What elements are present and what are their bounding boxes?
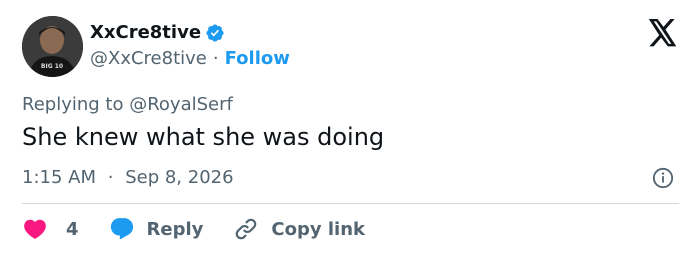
display-name-text[interactable]: XxCre8tive — [90, 22, 201, 43]
copy-link-button[interactable]: Copy link — [233, 216, 365, 242]
copy-link-label: Copy link — [271, 218, 365, 240]
tweet-text: She knew what she was doing — [22, 123, 385, 151]
follow-button[interactable]: Follow — [225, 48, 290, 69]
author-handle[interactable]: @XxCre8tive — [90, 48, 207, 69]
timestamp-separator: · — [107, 167, 114, 188]
handle-row: @XxCre8tive · Follow — [90, 48, 290, 69]
reply-button[interactable]: Reply — [109, 216, 204, 242]
reply-context: Replying to @RoyalSerf — [22, 94, 233, 115]
reply-label: Reply — [146, 218, 204, 240]
tweet-time: 1:15 AM — [22, 167, 96, 188]
heart-icon — [24, 219, 46, 239]
reply-prefix: Replying to — [22, 94, 124, 115]
author-display-name[interactable]: XxCre8tive — [90, 22, 225, 43]
action-bar: 4 Reply Copy link — [22, 214, 365, 244]
tweet-date: Sep 8, 2026 — [125, 167, 234, 188]
like-button[interactable]: 4 — [22, 216, 79, 242]
like-count: 4 — [66, 218, 79, 240]
avatar[interactable]: BIG 10 — [22, 16, 83, 77]
verified-badge-icon — [206, 23, 224, 42]
divider — [22, 203, 679, 204]
tweet-timestamp[interactable]: 1:15 AM · Sep 8, 2026 — [22, 167, 234, 188]
speech-bubble-icon — [110, 218, 133, 240]
handle-separator: · — [212, 48, 219, 69]
x-logo-icon[interactable] — [647, 19, 678, 47]
link-icon — [236, 218, 257, 240]
avatar-image: BIG 10 — [22, 16, 83, 77]
info-icon[interactable] — [652, 167, 674, 189]
reply-mention-link[interactable]: @RoyalSerf — [129, 94, 233, 115]
avatar-shirt-text: BIG 10 — [41, 63, 63, 70]
